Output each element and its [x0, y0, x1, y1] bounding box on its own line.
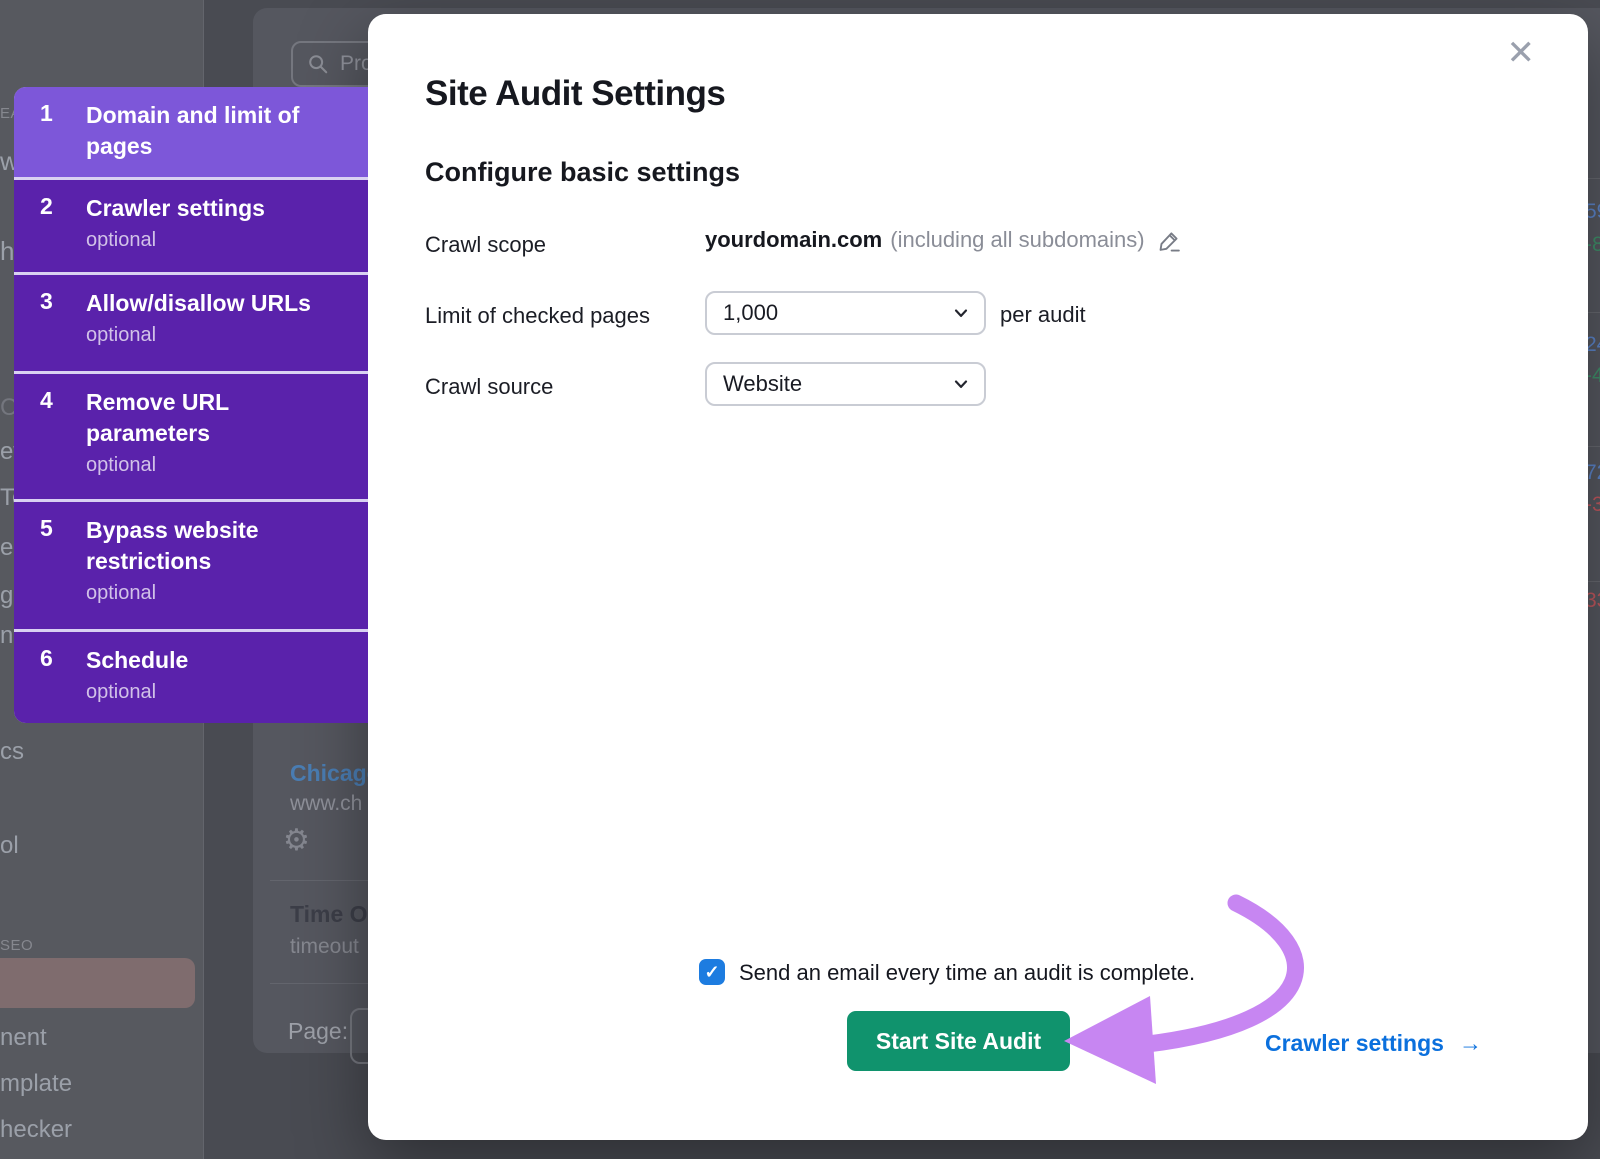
crawl-source-label: Crawl source — [425, 374, 554, 399]
wizard-step-schedule[interactable]: 6 Schedule optional — [14, 632, 368, 723]
page-row-label: Page: — [288, 1018, 349, 1044]
divider — [1588, 446, 1600, 447]
crawl-scope-domain: yourdomain.com — [705, 227, 883, 252]
wizard-step-domain-and-limit[interactable]: 1 Domain and limit of pages — [14, 87, 368, 177]
wizard-step-allow-disallow-urls[interactable]: 3 Allow/disallow URLs optional — [14, 275, 368, 371]
sidebar-fragment: nent — [0, 1024, 47, 1051]
step-title: Allow/disallow URLs — [86, 290, 311, 316]
step-title: Domain and limit of pages — [86, 102, 300, 159]
per-audit-suffix: per audit — [1000, 302, 1086, 327]
sidebar-fragment: g — [0, 582, 14, 609]
crawl-scope-label: Crawl scope — [425, 232, 547, 257]
section-title: Configure basic settings — [425, 157, 741, 187]
email-checkbox[interactable]: ✓ — [699, 959, 725, 985]
crawl-source-selected-value: Website — [723, 371, 803, 396]
wizard-step-bypass-restrictions[interactable]: 5 Bypass website restrictions optional — [14, 502, 368, 629]
crawl-scope-value: yourdomain.com (including all subdomains… — [705, 227, 1182, 253]
sidebar-section-label: SEO — [0, 937, 34, 954]
arrow-right-icon: → — [1458, 1030, 1482, 1056]
step-optional-label: optional — [86, 582, 157, 604]
chevron-down-icon — [954, 309, 968, 317]
step-title: Schedule — [86, 647, 189, 673]
search-icon — [309, 55, 328, 74]
step-optional-label: optional — [86, 324, 157, 346]
step-optional-label: optional — [86, 454, 157, 476]
background-item-subtitle: timeout — [290, 935, 359, 958]
wizard-steps-panel: 1 Domain and limit of pages 2 Crawler se… — [14, 87, 368, 723]
step-number: 1 — [40, 100, 53, 126]
close-icon[interactable]: ✕ — [1507, 36, 1536, 70]
site-audit-settings-modal: ✕ Site Audit Settings Configure basic se… — [368, 14, 1588, 1140]
step-optional-label: optional — [86, 229, 157, 251]
divider — [1588, 312, 1600, 313]
chevron-down-icon — [954, 380, 968, 388]
step-title: Bypass website restrictions — [86, 517, 259, 574]
edit-pencil-icon[interactable] — [1157, 228, 1182, 253]
wizard-step-crawler-settings[interactable]: 2 Crawler settings optional — [14, 180, 368, 272]
divider — [1588, 178, 1600, 179]
limit-pages-select[interactable]: 1,000 — [705, 291, 986, 335]
step-number: 2 — [40, 193, 53, 219]
sidebar-fragment: ol — [0, 832, 19, 859]
project-url: www.ch — [290, 792, 363, 815]
step-number: 3 — [40, 288, 53, 314]
sidebar-fragment: cs — [0, 738, 24, 765]
checkmark-icon: ✓ — [704, 961, 720, 982]
step-title: Remove URL parameters — [86, 389, 229, 446]
step-number: 6 — [40, 645, 53, 671]
step-number: 5 — [40, 515, 53, 541]
background-item-title: Time O — [290, 901, 368, 927]
sidebar-fragment: h — [0, 236, 15, 266]
crawler-settings-link[interactable]: Crawler settings → — [1265, 1030, 1482, 1057]
limit-pages-label: Limit of checked pages — [425, 303, 651, 328]
modal-title: Site Audit Settings — [425, 74, 726, 113]
sidebar-active-item-pill — [0, 958, 195, 1008]
limit-pages-selected-value: 1,000 — [723, 300, 779, 325]
step-optional-label: optional — [86, 681, 157, 703]
gear-icon: ⚙ — [283, 824, 310, 857]
step-number: 4 — [40, 387, 53, 413]
sidebar-fragment: hecker — [0, 1116, 73, 1143]
sidebar-fragment: mplate — [0, 1070, 73, 1097]
crawl-source-select[interactable]: Website — [705, 362, 986, 406]
crawler-settings-link-label: Crawler settings — [1265, 1030, 1444, 1056]
crawl-scope-note: (including all subdomains) — [890, 227, 1145, 252]
step-title: Crawler settings — [86, 195, 265, 221]
divider — [1588, 581, 1600, 582]
wizard-step-remove-url-parameters[interactable]: 4 Remove URL parameters optional — [14, 374, 368, 499]
start-site-audit-button[interactable]: Start Site Audit — [847, 1011, 1070, 1071]
email-checkbox-label: Send an email every time an audit is com… — [739, 960, 1196, 985]
